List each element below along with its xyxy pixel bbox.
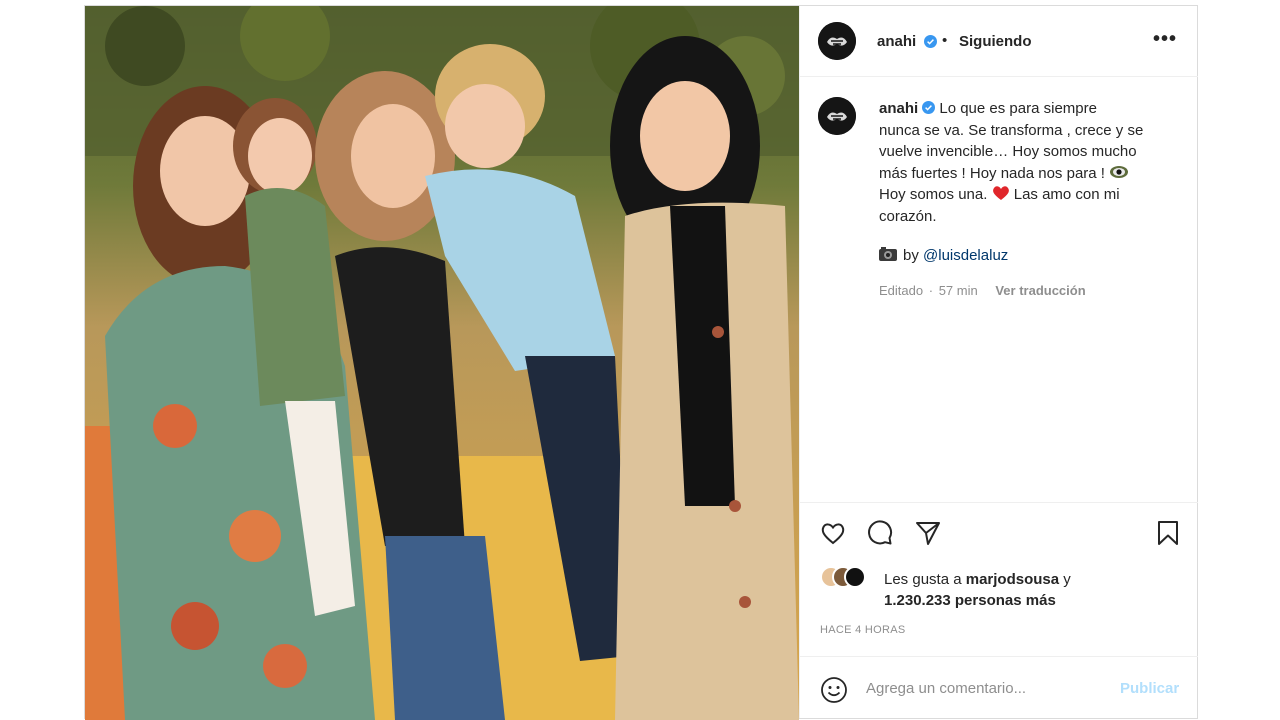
posted-time[interactable]: HACE 4 HORAS <box>820 624 906 636</box>
action-bar: Les gusta a marjodsousa y 1.230.233 pers… <box>800 502 1198 654</box>
caption-meta: Editado · 57 min Ver traducción <box>879 283 1086 298</box>
post-header: anahi • Siguiendo ••• <box>800 6 1198 77</box>
mention-link[interactable]: @luisdelaluz <box>923 247 1008 264</box>
see-translation-link[interactable]: Ver traducción <box>995 283 1085 298</box>
post-modal: anahi • Siguiendo ••• anahi Lo que es pa… <box>84 5 1198 720</box>
photo-credit-prefix: by <box>903 247 919 264</box>
caption-username[interactable]: anahi <box>879 100 918 117</box>
caption-line: nunca se va. Se transforma , crece y se <box>879 121 1144 139</box>
caption-line: vuelve invencible… Hoy somos mucho <box>879 143 1137 160</box>
likes-user-link[interactable]: marjodsousa <box>966 571 1059 588</box>
avatar <box>844 566 866 588</box>
publish-button[interactable]: Publicar <box>1120 680 1179 697</box>
caption-line: Las amo con mi <box>1013 186 1120 203</box>
post-photo[interactable] <box>85 6 799 720</box>
caption-line: Lo que es para siempre <box>939 100 1097 117</box>
verified-badge-icon <box>922 99 936 114</box>
likes-summary: Les gusta a marjodsousa y 1.230.233 pers… <box>884 569 1184 611</box>
edited-label: Editado <box>879 283 924 298</box>
avatar[interactable] <box>818 22 856 60</box>
verified-badge-icon <box>924 35 937 48</box>
caption-line: corazón. <box>879 207 937 225</box>
red-heart-emoji-icon <box>992 185 1010 201</box>
following-button[interactable]: Siguiendo <box>959 33 1032 50</box>
comment-input[interactable]: Agrega un comentario... <box>866 680 1026 697</box>
camera-emoji-icon <box>879 247 897 261</box>
likes-prefix: Les gusta a <box>884 571 962 588</box>
paper-plane-icon[interactable] <box>914 519 942 547</box>
time-ago: 57 min <box>938 283 978 298</box>
logo-icon <box>818 97 856 135</box>
caption-line: Hoy somos una. <box>879 186 988 203</box>
meta-separator: · <box>928 283 934 298</box>
post-side-panel: anahi • Siguiendo ••• anahi Lo que es pa… <box>799 6 1198 718</box>
avatar[interactable] <box>818 97 856 135</box>
likes-count-link[interactable]: 1.230.233 personas más <box>884 592 1056 609</box>
comment-bar: Agrega un comentario... Publicar <box>800 656 1198 718</box>
header-separator: • <box>942 32 948 49</box>
heart-outline-icon[interactable] <box>819 519 847 547</box>
eye-emoji-icon <box>1109 164 1129 178</box>
likes-connector: y <box>1063 571 1071 588</box>
caption-section: anahi Lo que es para siempre nunca se va… <box>800 78 1198 502</box>
header-username[interactable]: anahi <box>877 33 916 50</box>
caption-text: anahi Lo que es para siempre nunca se va… <box>879 98 1169 227</box>
photo-credit: by @luisdelaluz <box>879 247 1008 264</box>
photo-illustration <box>85 6 799 720</box>
logo-icon <box>818 22 856 60</box>
bookmark-icon[interactable] <box>1154 519 1182 547</box>
more-options-button[interactable]: ••• <box>1150 29 1180 53</box>
caption-line: más fuertes ! Hoy nada nos para ! <box>879 164 1105 182</box>
smiley-icon[interactable] <box>820 676 848 704</box>
comment-bubble-icon[interactable] <box>866 519 894 547</box>
